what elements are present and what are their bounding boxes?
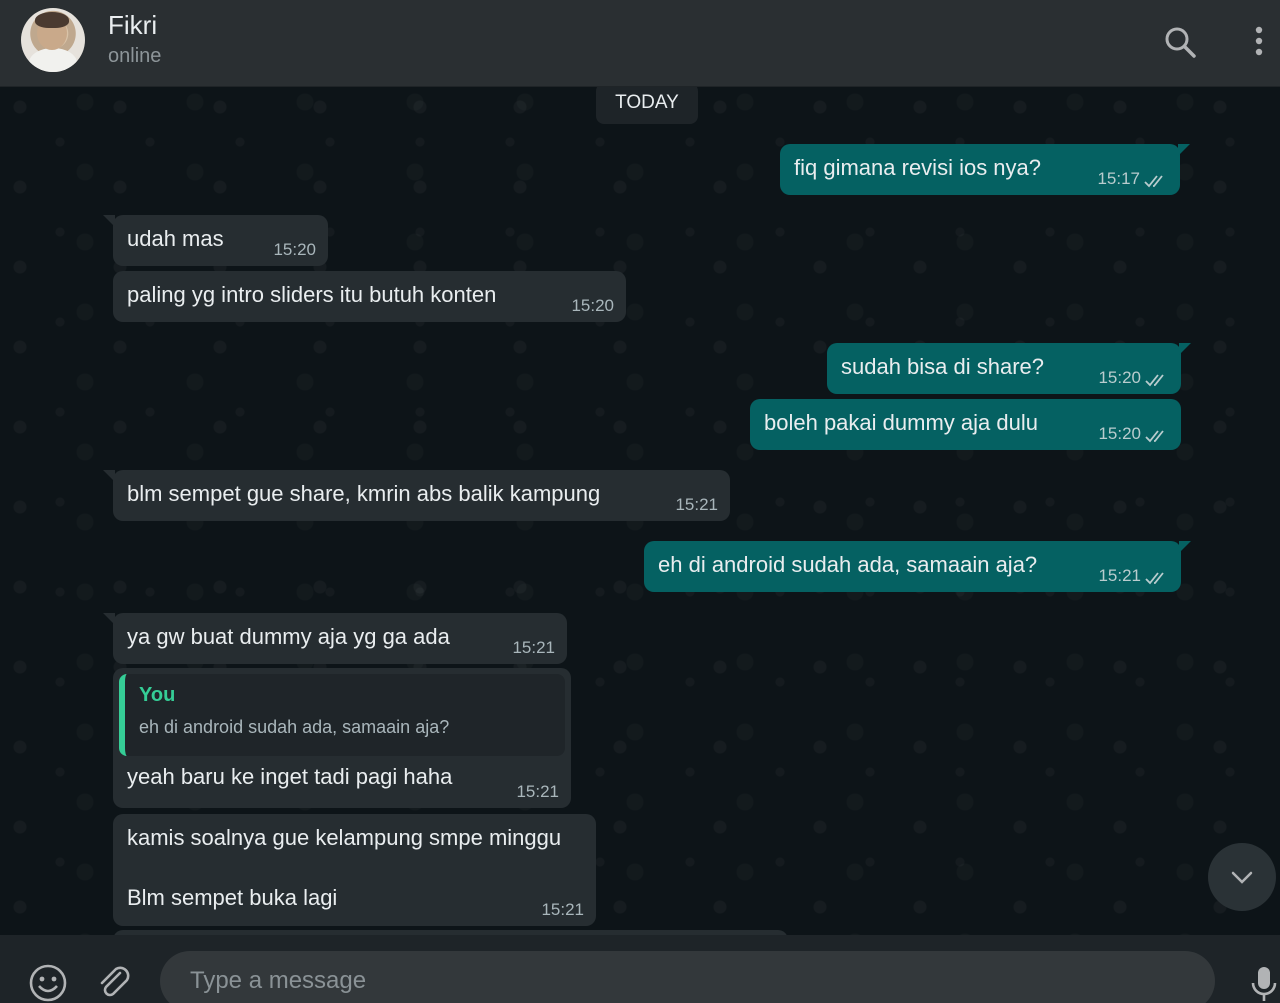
read-ticks-icon	[1145, 430, 1164, 443]
message-text-line-2: Blm sempet buka lagi	[127, 885, 338, 910]
message-time: 15:20	[571, 296, 614, 315]
emoji-icon[interactable]	[28, 963, 68, 1003]
chat-header: Fikri online	[0, 0, 1280, 87]
message-incoming[interactable]: udah mas 15:20	[103, 215, 328, 266]
message-time: 15:21	[516, 782, 559, 801]
message-outgoing[interactable]: fiq gimana revisi ios nya? 15:17	[780, 144, 1190, 195]
quoted-sender: You	[139, 684, 176, 706]
message-incoming[interactable]: ya gw buat dummy aja yg ga ada 15:21	[103, 613, 567, 664]
message-time: 15:20	[1098, 424, 1141, 443]
message-time: 15:20	[273, 240, 316, 259]
mic-icon[interactable]	[1244, 963, 1280, 1003]
message-text: eh di android sudah ada, samaain aja?	[658, 552, 1038, 577]
contact-status: online	[108, 45, 162, 67]
message-time: 15:21	[675, 495, 718, 514]
message-incoming[interactable]: kamis soalnya gue kelampung smpe minggu …	[113, 814, 596, 926]
message-time: 15:17	[1097, 169, 1140, 188]
message-outgoing[interactable]: eh di android sudah ada, samaain aja? 15…	[644, 541, 1191, 592]
contact-name[interactable]: Fikri	[108, 10, 157, 41]
message-outgoing[interactable]: sudah bisa di share? 15:20	[827, 343, 1191, 394]
message-incoming-reply[interactable]: You eh di android sudah ada, samaain aja…	[113, 668, 571, 808]
date-divider: TODAY	[596, 87, 698, 124]
quoted-message[interactable]: You eh di android sudah ada, samaain aja…	[119, 674, 565, 756]
message-text-line-1: kamis soalnya gue kelampung smpe minggu	[127, 825, 562, 850]
read-ticks-icon	[1145, 374, 1164, 387]
message-text: paling yg intro sliders itu butuh konten	[127, 282, 497, 307]
message-incoming[interactable]: blm sempet gue share, kmrin abs balik ka…	[103, 470, 730, 521]
read-ticks-icon	[1145, 572, 1164, 585]
compose-bar	[0, 935, 1280, 1003]
message-time: 15:21	[512, 638, 555, 657]
scroll-down-button[interactable]	[1208, 843, 1276, 911]
message-incoming[interactable]: paling yg intro sliders itu butuh konten…	[113, 271, 626, 322]
message-list[interactable]: TODAY fiq gimana revisi ios nya? 15:17 u…	[0, 87, 1280, 935]
contact-avatar[interactable]	[21, 8, 85, 72]
message-time: 15:20	[1098, 368, 1141, 387]
message-time: 15:21	[1098, 566, 1141, 585]
menu-icon[interactable]	[1240, 22, 1280, 62]
read-ticks-icon	[1144, 175, 1163, 188]
message-text: blm sempet gue share, kmrin abs balik ka…	[127, 481, 601, 506]
chevron-down-icon	[1231, 871, 1253, 884]
message-time: 15:21	[541, 900, 584, 919]
message-input[interactable]	[160, 951, 1215, 1003]
message-text: yeah baru ke inget tadi pagi haha	[127, 764, 453, 789]
message-text: ya gw buat dummy aja yg ga ada	[127, 624, 450, 649]
quoted-text: eh di android sudah ada, samaain aja?	[139, 717, 450, 737]
attach-icon[interactable]	[94, 963, 134, 1003]
search-icon[interactable]	[1160, 22, 1200, 62]
message-outgoing[interactable]: boleh pakai dummy aja dulu 15:20	[750, 399, 1181, 450]
